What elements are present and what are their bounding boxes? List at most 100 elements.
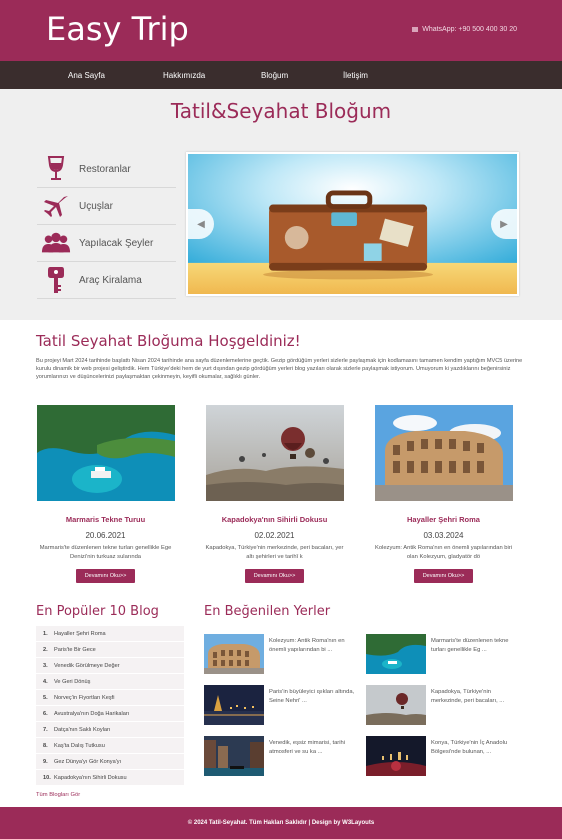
- liked-item[interactable]: Marmaris'te düzenlenen tekne turları gen…: [366, 634, 526, 676]
- whatsapp-contact[interactable]: WhatsApp: +90 500 400 30 20: [412, 26, 517, 33]
- liked-title: En Beğenilen Yerler: [204, 604, 331, 619]
- chevron-right-icon: ▶: [500, 218, 508, 230]
- konya-thumb: [366, 736, 426, 776]
- card-date: 20.06.2021: [85, 531, 126, 540]
- liked-item[interactable]: Paris'in büyüleyici ışıkları altında, Se…: [204, 685, 364, 727]
- list-label: Hayaller Şehri Roma: [54, 630, 106, 637]
- chevron-left-icon: ◀: [197, 218, 205, 230]
- wine-glass-icon: [41, 155, 71, 183]
- car-key-icon: [41, 266, 71, 294]
- whatsapp-number: WhatsApp: +90 500 400 30 20: [422, 26, 517, 33]
- list-item[interactable]: 3. Venedik Görülmeye Değer: [36, 658, 184, 674]
- colosseum-thumb: [204, 634, 264, 674]
- brand-logo[interactable]: Easy Trip: [46, 10, 189, 48]
- marmaris-thumb: [366, 634, 426, 674]
- list-label: Gez Dünya'yı Gör Konya'yı: [54, 758, 122, 765]
- list-item[interactable]: 8. Kaş'ta Dalış Tutkusu: [36, 738, 184, 754]
- venice-thumb: [204, 736, 264, 776]
- list-number: 4.: [43, 678, 48, 685]
- list-number: 7.: [43, 726, 48, 733]
- site-footer: © 2024 Tatil-Seyahat. Tüm Hakları Saklıd…: [0, 807, 562, 839]
- all-blogs-link[interactable]: Tüm Blogları Gör: [36, 792, 186, 798]
- people-icon: [41, 229, 71, 257]
- card-excerpt: Kolezyum: Antik Roma'nın en önemli yapıl…: [374, 545, 513, 560]
- side-item-flights[interactable]: Uçuşlar: [37, 188, 176, 225]
- list-item[interactable]: 10. Kapadokya'nın Sihirli Dokusu: [36, 770, 184, 786]
- blog-card: Hayaller Şehri Roma 03.03.2024 Kolezyum:…: [371, 405, 516, 583]
- cappadocia-image[interactable]: [205, 405, 344, 501]
- image-slider[interactable]: ◀ ▶: [186, 152, 519, 296]
- liked-item[interactable]: Konya, Türkiye'nin İç Anadolu Bölgesi'nd…: [366, 736, 526, 778]
- side-item-restaurants[interactable]: Restoranlar: [37, 151, 176, 188]
- liked-item[interactable]: Venedik, eşsiz mimarisi, tarihi atmosfer…: [204, 736, 364, 778]
- list-item[interactable]: 7. Datça'nın Saklı Koyları: [36, 722, 184, 738]
- list-item[interactable]: 6. Avustralya'nın Doğa Harikaları: [36, 706, 184, 722]
- read-more-button[interactable]: Devamını Oku>>: [75, 569, 136, 583]
- list-number: 1.: [43, 630, 48, 637]
- liked-text: Marmaris'te düzenlenen tekne turları gen…: [431, 638, 509, 654]
- liked-item[interactable]: Kolezyum: Antik Roma'nın en önemli yapıl…: [204, 634, 364, 676]
- blog-card: Marmaris Tekne Turuu 20.06.2021 Marmaris…: [33, 405, 178, 583]
- site-header: Easy Trip WhatsApp: +90 500 400 30 20: [0, 0, 562, 61]
- read-more-button[interactable]: Devamını Oku>>: [244, 569, 305, 583]
- cappadocia-thumb: [366, 685, 426, 725]
- side-item-car-rental[interactable]: Araç Kiralama: [37, 262, 176, 299]
- list-item[interactable]: 2. Paris'te Bir Gece: [36, 642, 184, 658]
- card-excerpt: Kapadokya, Türkiye'nin merkezinde, peri …: [205, 545, 344, 560]
- popular-blogs: En Popüler 10 Blog 1. Hayaller Şehri Roma…: [36, 604, 186, 798]
- list-number: 6.: [43, 710, 48, 717]
- card-title[interactable]: Kapadokya'nın Sihirli Dokusu: [202, 515, 347, 524]
- airplane-icon: [41, 192, 71, 220]
- nav-about[interactable]: Hakkımızda: [163, 71, 261, 80]
- slider-next-button[interactable]: ▶: [491, 209, 517, 239]
- side-item-label: Uçuşlar: [79, 200, 113, 212]
- list-item[interactable]: 9. Gez Dünya'yı Gör Konya'yı: [36, 754, 184, 770]
- list-label: Venedik Görülmeye Değer: [54, 662, 120, 669]
- most-liked-places: En Beğenilen Yerler Kolezyum: Antik Roma…: [204, 604, 524, 776]
- nav-home[interactable]: Ana Sayfa: [68, 71, 163, 80]
- side-item-things-to-do[interactable]: Yapılacak Şeyler: [37, 225, 176, 262]
- popular-list: 1. Hayaller Şehri Roma 2. Paris'te Bir Gec…: [36, 626, 184, 786]
- paris-thumb: [204, 685, 264, 725]
- welcome-intro: Bu projeyi Mart 2024 tarihinde başlattı …: [36, 358, 523, 381]
- nav-contact[interactable]: İletişim: [343, 71, 368, 80]
- blog-card: Kapadokya'nın Sihirli Dokusu 02.02.2021 …: [202, 405, 347, 583]
- list-number: 10.: [43, 774, 51, 781]
- list-label: Kapadokya'nın Sihirli Dokusu: [54, 774, 127, 781]
- list-label: Ve Geri Dönüş: [54, 678, 91, 685]
- footer-text: © 2024 Tatil-Seyahat. Tüm Hakları Saklıd…: [187, 820, 375, 826]
- list-label: Norveç'in Fiyortları Keşfi: [54, 694, 115, 701]
- liked-text: Venedik, eşsiz mimarisi, tarihi atmosfer…: [269, 740, 346, 756]
- list-number: 3.: [43, 662, 48, 669]
- read-more-button[interactable]: Devamını Oku>>: [413, 569, 474, 583]
- suitcase-slide-image: [188, 154, 517, 294]
- nav-blog[interactable]: Bloğum: [261, 71, 343, 80]
- hero-title: Tatil&Seyahat Bloğum: [170, 99, 392, 123]
- liked-item[interactable]: Kapadokya, Türkiye'nin merkezinde, peri …: [366, 685, 526, 727]
- liked-text: Kapadokya, Türkiye'nin merkezinde, peri …: [431, 689, 505, 705]
- list-number: 8.: [43, 742, 48, 749]
- main-nav: Ana Sayfa Hakkımızda Bloğum İletişim: [0, 61, 562, 89]
- side-menu: Restoranlar Uçuşlar Yapılacak Şeyler Ara…: [37, 151, 176, 299]
- popular-title: En Popüler 10 Blog: [36, 604, 159, 619]
- phone-icon: [412, 27, 419, 32]
- list-label: Datça'nın Saklı Koyları: [54, 726, 111, 733]
- side-item-label: Yapılacak Şeyler: [79, 237, 154, 249]
- colosseum-image[interactable]: [374, 405, 513, 501]
- card-date: 02.02.2021: [254, 531, 295, 540]
- list-item[interactable]: 4. Ve Geri Dönüş: [36, 674, 184, 690]
- list-item[interactable]: 5. Norveç'in Fiyortları Keşfi: [36, 690, 184, 706]
- card-title[interactable]: Hayaller Şehri Roma: [371, 515, 516, 524]
- welcome-title: Tatil Seyahat Bloğuma Hoşgeldiniz!: [36, 332, 301, 350]
- list-label: Paris'te Bir Gece: [54, 646, 96, 653]
- list-number: 2.: [43, 646, 48, 653]
- hero-section: Tatil&Seyahat Bloğum Restoranlar Uçuşlar…: [0, 89, 562, 320]
- list-number: 5.: [43, 694, 48, 701]
- liked-text: Paris'in büyüleyici ışıkları altında, Se…: [269, 689, 355, 705]
- marmaris-image[interactable]: [36, 405, 175, 501]
- welcome-section: Tatil Seyahat Bloğuma Hoşgeldiniz! Bu pr…: [0, 320, 562, 807]
- card-date: 03.03.2024: [423, 531, 464, 540]
- card-title[interactable]: Marmaris Tekne Turuu: [33, 515, 178, 524]
- list-label: Kaş'ta Dalış Tutkusu: [54, 742, 105, 749]
- list-item[interactable]: 1. Hayaller Şehri Roma: [36, 626, 184, 642]
